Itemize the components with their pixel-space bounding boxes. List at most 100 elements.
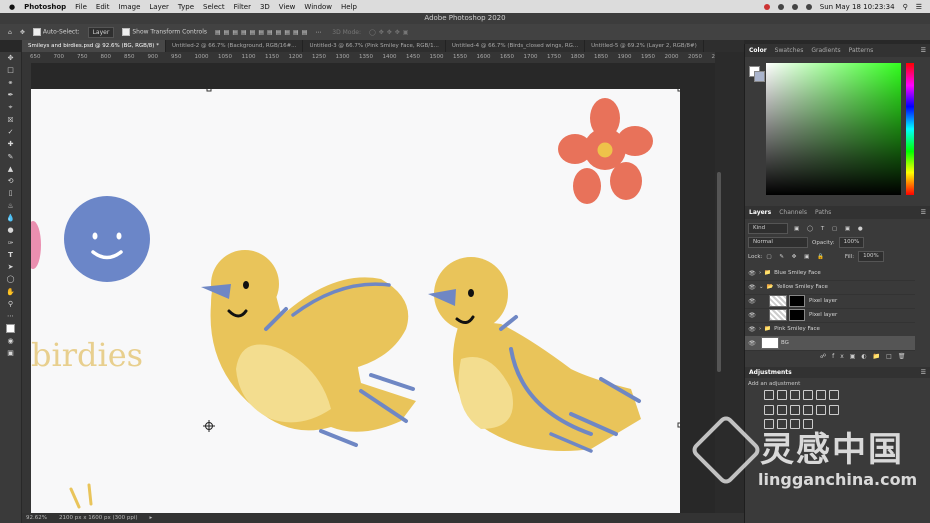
link-icon[interactable]: ☍ xyxy=(820,353,832,360)
layer-name[interactable]: BG xyxy=(781,340,789,346)
shape-tool-icon[interactable]: ◯ xyxy=(0,273,21,285)
crop-tool-icon[interactable]: ⌖ xyxy=(0,101,21,113)
hue-sat-icon[interactable] xyxy=(829,390,839,400)
layer-row[interactable]: 👁 › 📁 Pink Smiley Face xyxy=(745,322,915,337)
blend-mode-dropdown[interactable]: Normal xyxy=(748,237,808,248)
auto-select-dropdown[interactable]: Layer xyxy=(87,26,115,38)
zoom-level[interactable]: 92.62% xyxy=(26,515,47,521)
background-color-swatch[interactable] xyxy=(754,71,765,82)
tab-untitled-4[interactable]: Untitled-4 @ 66.7% (Birds_closed wings, … xyxy=(446,40,586,52)
tab-paths[interactable]: Paths xyxy=(811,209,835,216)
fx-icon[interactable]: fx xyxy=(832,353,850,360)
filter-kind-dropdown[interactable]: Kind xyxy=(748,223,788,234)
apple-icon[interactable]: ● xyxy=(9,3,15,11)
search-icon[interactable]: ⚲ xyxy=(903,3,908,11)
zoom-tool-icon[interactable]: ⚲ xyxy=(0,298,21,310)
tab-color[interactable]: Color xyxy=(745,47,771,54)
menu-list-icon[interactable]: ☰ xyxy=(916,3,922,11)
paint-bucket-tool-icon[interactable]: ♨ xyxy=(0,200,21,212)
color-picker-field[interactable] xyxy=(766,63,901,195)
menu-photoshop[interactable]: Photoshop xyxy=(24,3,66,11)
tab-swatches[interactable]: Swatches xyxy=(771,47,808,54)
levels-icon[interactable] xyxy=(777,390,787,400)
adjustment-icon[interactable]: ◐ xyxy=(861,353,872,360)
mask-icon[interactable]: ▣ xyxy=(850,353,862,360)
menu-3d[interactable]: 3D xyxy=(260,3,270,11)
quick-mask-icon[interactable]: ◉ xyxy=(0,335,21,347)
wifi-icon[interactable] xyxy=(791,3,798,10)
menu-type[interactable]: Type xyxy=(178,3,194,11)
hand-tool-icon[interactable]: ✋ xyxy=(0,286,21,298)
lasso-tool-icon[interactable]: ⚭ xyxy=(0,77,21,89)
document-size[interactable]: 2100 px x 1600 px (300 ppi) xyxy=(59,515,138,521)
photo-filter-icon[interactable] xyxy=(790,404,800,415)
tab-adjustments[interactable]: Adjustments xyxy=(745,369,796,376)
vibrance-icon[interactable] xyxy=(816,390,826,400)
black-white-icon[interactable] xyxy=(777,404,787,415)
fill-field[interactable]: 100% xyxy=(858,251,884,262)
eye-icon[interactable]: 👁 xyxy=(745,284,759,291)
marquee-tool-icon[interactable]: □ xyxy=(0,64,21,76)
tab-gradients[interactable]: Gradients xyxy=(807,47,844,54)
status-arrow-icon[interactable]: ▸ xyxy=(150,515,153,521)
transform-handle[interactable] xyxy=(206,89,212,92)
frame-tool-icon[interactable]: ☒ xyxy=(0,113,21,125)
transform-handle[interactable] xyxy=(677,422,680,428)
transform-handle[interactable] xyxy=(677,89,680,92)
chevron-right-icon[interactable]: › xyxy=(759,270,761,276)
channel-mixer-icon[interactable] xyxy=(803,404,813,415)
document-canvas[interactable]: birdies xyxy=(31,89,680,513)
pen-tool-icon[interactable]: ✑ xyxy=(0,236,21,248)
new-layer-icon[interactable]: □ xyxy=(886,353,898,360)
panel-menu-icon[interactable]: ☰ xyxy=(921,209,926,216)
dodge-tool-icon[interactable]: ● xyxy=(0,224,21,236)
eyedropper-tool-icon[interactable]: ✓ xyxy=(0,126,21,138)
tab-patterns[interactable]: Patterns xyxy=(845,47,878,54)
layer-row[interactable]: 👁 Pixel layer xyxy=(745,308,915,323)
exposure-icon[interactable] xyxy=(803,390,813,400)
transform-controls-checkbox[interactable]: Show Transform Controls xyxy=(122,28,207,36)
eye-icon[interactable]: 👁 xyxy=(745,340,759,347)
tab-untitled-2[interactable]: Untitled-2 @ 66.7% (Background, RGB/16#.… xyxy=(166,40,304,52)
path-select-tool-icon[interactable]: ➤ xyxy=(0,261,21,273)
layer-row[interactable]: 👁 › 📁 Blue Smiley Face xyxy=(745,266,915,281)
menu-help[interactable]: Help xyxy=(341,3,357,11)
curves-icon[interactable] xyxy=(790,390,800,400)
battery-icon[interactable] xyxy=(805,3,812,10)
quick-select-tool-icon[interactable]: ✒ xyxy=(0,89,21,101)
history-brush-tool-icon[interactable]: ⟲ xyxy=(0,175,21,187)
layer-row-selected[interactable]: 👁 BG xyxy=(745,336,915,351)
move-tool-icon[interactable]: ✥ xyxy=(0,52,21,64)
color-swatches-icon[interactable] xyxy=(0,323,21,335)
layer-name[interactable]: Blue Smiley Face xyxy=(774,270,821,276)
color-lookup-icon[interactable] xyxy=(816,404,826,415)
layer-name[interactable]: Pixel layer xyxy=(809,298,837,304)
eye-icon[interactable]: 👁 xyxy=(745,326,759,333)
group-icon[interactable]: 📁 xyxy=(873,353,886,360)
lock-icons[interactable]: ▢ ✎ ✥ ▣ 🔒 xyxy=(766,254,826,260)
layer-row[interactable]: 👁 ⌄ 📂 Yellow Smiley Face xyxy=(745,280,915,295)
layer-name[interactable]: Pink Smiley Face xyxy=(774,326,820,332)
cloud-icon[interactable] xyxy=(777,3,784,10)
filter-icons[interactable]: ▣ ◯ T ▢ ▣ ● xyxy=(794,226,866,232)
tab-layers[interactable]: Layers xyxy=(745,209,775,216)
layer-name[interactable]: Pixel layer xyxy=(809,312,837,318)
panel-menu-icon[interactable]: ☰ xyxy=(921,47,926,54)
menu-filter[interactable]: Filter xyxy=(234,3,251,11)
move-tool-icon[interactable]: ✥ xyxy=(20,29,25,36)
chevron-down-icon[interactable]: ⌄ xyxy=(759,284,764,290)
panel-menu-icon[interactable]: ☰ xyxy=(921,369,926,376)
canvas-area[interactable]: birdies xyxy=(31,63,715,513)
eye-icon[interactable]: 👁 xyxy=(745,312,759,319)
chevron-right-icon[interactable]: › xyxy=(759,326,761,332)
brush-tool-icon[interactable]: ✎ xyxy=(0,150,21,162)
eye-icon[interactable]: 👁 xyxy=(745,270,759,277)
blur-tool-icon[interactable]: 💧 xyxy=(0,212,21,224)
scroll-thumb[interactable] xyxy=(717,172,721,372)
record-icon[interactable] xyxy=(763,3,770,10)
menu-file[interactable]: File xyxy=(75,3,87,11)
menu-view[interactable]: View xyxy=(279,3,296,11)
stamp-tool-icon[interactable]: ▲ xyxy=(0,163,21,175)
align-icons[interactable]: ▤▤▤▤▤▤▤▤▤▤▤ ⋯ xyxy=(215,29,324,36)
type-tool-icon[interactable]: T xyxy=(0,249,21,261)
